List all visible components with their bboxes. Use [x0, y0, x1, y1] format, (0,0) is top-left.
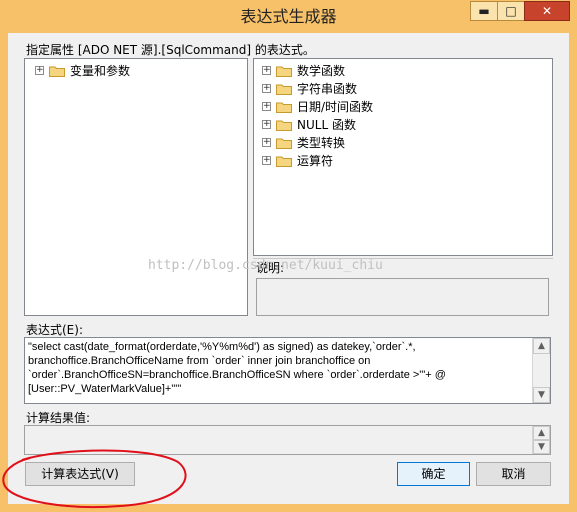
annotation-circle — [2, 449, 187, 509]
folder-icon — [276, 84, 292, 95]
folder-icon — [49, 66, 65, 77]
folder-icon — [276, 66, 292, 77]
minimize-button[interactable]: ▬ — [470, 1, 498, 21]
expression-line: `order`.BranchOfficeSN=branchoffice.Bran… — [28, 369, 446, 381]
tree-item-datetime[interactable]: + 日期/时间函数 — [262, 98, 522, 116]
tree-item-null[interactable]: + NULL 函数 — [262, 116, 522, 134]
tree-item-math[interactable]: + 数学函数 — [262, 62, 522, 80]
tree-item-label: 字符串函数 — [297, 82, 358, 96]
tree-item-label: 日期/时间函数 — [297, 100, 374, 114]
tree-item-type-cast[interactable]: + 类型转换 — [262, 134, 522, 152]
scroll-up-icon[interactable]: ▲ — [533, 338, 550, 354]
tree-item-operators[interactable]: + 运算符 — [262, 152, 522, 170]
tree-item-label: 运算符 — [297, 154, 334, 168]
description-box — [256, 278, 549, 316]
expression-label: 表达式(E): — [26, 323, 83, 337]
expand-icon[interactable]: + — [262, 156, 271, 165]
folder-icon — [276, 156, 292, 167]
tree-item-label: 变量和参数 — [70, 64, 131, 78]
maximize-button[interactable]: □ — [497, 1, 525, 21]
expression-input[interactable]: "select cast(date_format(orderdate,'%Y%m… — [24, 337, 551, 404]
expand-icon[interactable]: + — [262, 120, 271, 129]
scroll-up-icon[interactable]: ▲ — [533, 426, 550, 440]
cancel-button[interactable]: 取消 — [476, 462, 551, 486]
result-label: 计算结果值: — [26, 411, 91, 425]
tree-item-string[interactable]: + 字符串函数 — [262, 80, 522, 98]
result-scrollbar[interactable]: ▲ ▼ — [532, 426, 550, 454]
expand-icon[interactable]: + — [262, 84, 271, 93]
expand-icon[interactable]: + — [35, 66, 44, 75]
property-label: 指定属性 [ADO NET 源].[SqlCommand] 的表达式。 — [26, 43, 315, 57]
expression-scrollbar[interactable]: ▲ ▼ — [532, 338, 550, 403]
tree-item-label: 类型转换 — [297, 136, 346, 150]
folder-icon — [276, 102, 292, 113]
expand-icon[interactable]: + — [262, 138, 271, 147]
variables-tree[interactable]: + 变量和参数 — [24, 58, 248, 316]
tree-item-label: 数学函数 — [297, 64, 346, 78]
watermark-text: http://blog.csdn.net/kuui_chiu — [148, 258, 383, 273]
close-button[interactable]: ✕ — [524, 1, 570, 21]
tree-item-label: NULL 函数 — [297, 118, 356, 132]
folder-icon — [276, 138, 292, 149]
ok-button[interactable]: 确定 — [397, 462, 470, 486]
expression-line: branchoffice.BranchOfficeName from `orde… — [28, 355, 371, 367]
scroll-down-icon[interactable]: ▼ — [533, 387, 550, 403]
expression-line: [User::PV_WaterMarkValue]+"'" — [28, 383, 182, 395]
functions-tree[interactable]: + 数学函数 + 字符串函数 + 日期/时间函数 + NULL 函数 + 类型转… — [253, 58, 553, 256]
window-frame-right — [569, 33, 577, 512]
folder-icon — [276, 120, 292, 131]
expression-line: "select cast(date_format(orderdate,'%Y%m… — [28, 341, 416, 353]
expand-icon[interactable]: + — [262, 102, 271, 111]
scroll-down-icon[interactable]: ▼ — [533, 440, 550, 454]
tree-item-variables[interactable]: + 变量和参数 — [35, 62, 235, 80]
expand-icon[interactable]: + — [262, 66, 271, 75]
